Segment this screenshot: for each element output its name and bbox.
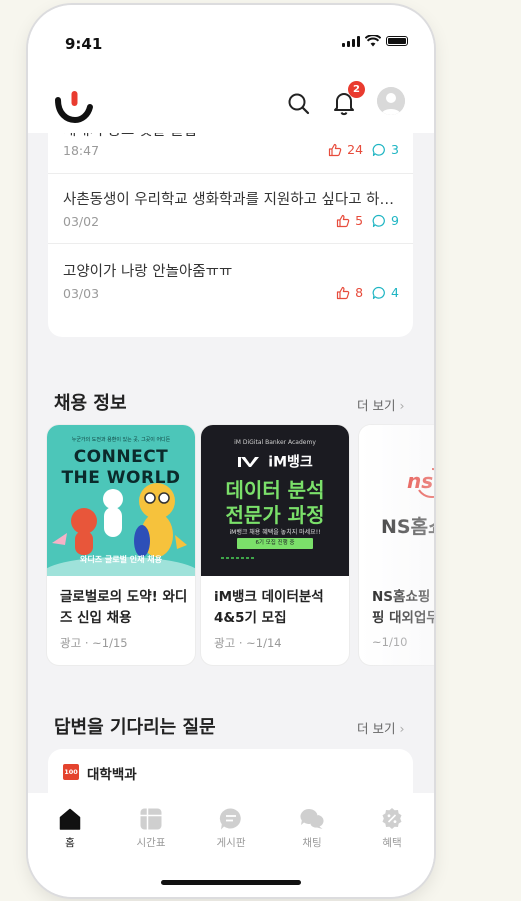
tab-label: 채팅 xyxy=(302,837,322,849)
avatar[interactable] xyxy=(377,87,405,115)
tab-label: 홈 xyxy=(65,837,75,849)
app-header: 2 xyxy=(28,75,434,133)
tab-label: 시간표 xyxy=(136,837,166,849)
job-banner: iM DiGital Banker Academy iM뱅크 데이터 분석 전문… xyxy=(201,425,349,576)
post-stats: 24 3 xyxy=(328,142,399,157)
wifi-icon xyxy=(365,35,381,47)
job-card[interactable]: 누군가의 도전과 용환이 있는 곳, 그곳이 어디든 CONNECT THE W… xyxy=(47,425,195,665)
signal-icon xyxy=(342,35,360,47)
comment-count: 3 xyxy=(391,142,399,157)
app-logo-icon[interactable] xyxy=(54,87,94,123)
post-title: 사촌동생이 우리학교 생화학과를 지원하고 싶다고 하… xyxy=(63,192,393,208)
chevron-right-icon: › xyxy=(399,398,405,413)
job-card[interactable]: iM DiGital Banker Academy iM뱅크 데이터 분석 전문… xyxy=(201,425,349,665)
job-title: 글로벌로의 도약! 와디즈 신입 채용 xyxy=(60,589,188,626)
post-item[interactable]: 고양이가 나랑 안놀아줌ㅠㅠ 03/03 8 4 xyxy=(48,244,413,314)
like-icon xyxy=(336,286,350,299)
job-title: NS홈쇼핑 : NS홈쇼핑 대외업무 xyxy=(372,589,434,626)
comment-count: 9 xyxy=(391,213,399,228)
post-stats: 8 4 xyxy=(336,285,399,300)
post-item[interactable]: 사촌동생이 우리학교 생화학과를 지원하고 싶다고 하… 03/02 5 9 xyxy=(48,174,413,242)
banner-logo-text: ns xyxy=(407,469,434,493)
tab-bar: 홈 시간표 게시판 채팅 혜택 xyxy=(28,793,434,897)
like-count: 5 xyxy=(355,213,364,228)
like-icon xyxy=(336,214,350,227)
post-title: 고양이가 나랑 안놀아줌ㅠㅠ xyxy=(63,264,233,280)
status-time: 9:41 xyxy=(65,35,103,53)
questions-more-link[interactable]: 더 보기 › xyxy=(357,718,404,737)
notification-badge: 2 xyxy=(348,81,365,98)
posts-card: 새내기 종교 첫날 꿀팁 18:47 24 3 사촌동생이 우리학교 생화학과를… xyxy=(48,113,413,337)
post-date: 03/02 xyxy=(63,214,100,229)
post-date: 03/03 xyxy=(63,286,100,301)
banner-brand: NS홈쇼핑 xyxy=(381,516,434,538)
timetable-icon xyxy=(140,808,162,830)
tab-label: 게시판 xyxy=(216,837,246,849)
battery-icon xyxy=(386,36,408,46)
comment-count: 4 xyxy=(391,285,399,300)
banner-caption: 와디즈 글로벌 인재 채용 xyxy=(80,555,162,564)
comment-icon xyxy=(372,143,385,156)
job-meta: 광고 · ~1/15 xyxy=(60,636,128,650)
tab-label: 혜택 xyxy=(382,837,402,849)
job-meta: ~1/10 xyxy=(372,635,408,649)
banner-tagline: iM DiGital Banker Academy xyxy=(234,439,316,446)
tab-board[interactable]: 게시판 xyxy=(206,807,256,850)
home-indicator xyxy=(161,880,301,885)
tab-home[interactable]: 홈 xyxy=(45,807,95,850)
banner-headline: CONNECT xyxy=(73,447,169,467)
like-count: 24 xyxy=(347,142,364,157)
job-meta: 광고 · ~1/14 xyxy=(214,636,282,650)
tab-benefit[interactable]: 혜택 xyxy=(367,807,417,850)
chat-icon xyxy=(300,808,324,829)
job-banner: ns NS홈쇼핑 xyxy=(359,425,434,576)
question-category: 대학백과 xyxy=(87,767,137,783)
banner-brand: iM뱅크 xyxy=(201,451,349,472)
more-label: 더 보기 xyxy=(357,398,396,413)
chevron-right-icon: › xyxy=(399,721,405,736)
profile-icon xyxy=(377,87,405,115)
jobs-more-link[interactable]: 더 보기 › xyxy=(357,395,404,414)
like-count: 8 xyxy=(355,285,364,300)
home-content: 새내기 종교 첫날 꿀팁 18:47 24 3 사촌동생이 우리학교 생화학과를… xyxy=(28,113,434,897)
app-screen: 9:41 2 18:47 24 3 사촌동생이 우리학교 생화학과를 지원하고 … xyxy=(28,5,434,897)
tab-timetable[interactable]: 시간표 xyxy=(126,807,176,850)
status-bar: 9:41 xyxy=(28,5,434,75)
board-icon xyxy=(219,808,241,830)
like-icon xyxy=(329,143,342,156)
post-stats: 5 9 xyxy=(336,213,399,228)
job-banner: 누군가의 도전과 용환이 있는 곳, 그곳이 어디든 CONNECT THE W… xyxy=(47,425,195,576)
job-card[interactable]: ns NS홈쇼핑 NS홈쇼핑 : NS홈쇼핑 대외업무 ~1/10 xyxy=(359,425,434,665)
more-label: 더 보기 xyxy=(357,721,396,736)
banner-pill: 6기 모집 진행 중 xyxy=(237,538,313,549)
comment-icon xyxy=(372,286,385,299)
im-bank-logo-icon xyxy=(238,456,260,467)
banner-headline: 전문가 과정 xyxy=(225,503,325,527)
banner-dots xyxy=(221,557,256,559)
home-icon xyxy=(59,808,81,830)
comment-icon xyxy=(372,214,385,227)
job-title: iM뱅크 데이터분석 4&5기 모집 xyxy=(214,589,324,626)
search-icon[interactable] xyxy=(286,91,312,117)
system-icons xyxy=(342,35,408,47)
jobs-section-title: 채용 정보 xyxy=(54,393,127,414)
post-date: 18:47 xyxy=(63,143,100,158)
encyclopedia-icon: 100 xyxy=(63,764,79,780)
phone-frame: 9:41 2 18:47 24 3 사촌동생이 우리학교 생화학과를 지원하고 … xyxy=(28,5,434,897)
questions-section-title: 답변을 기다리는 질문 xyxy=(54,717,216,738)
banner-tagline: 누군가의 도전과 용환이 있는 곳, 그곳이 어디든 xyxy=(71,437,171,443)
benefit-icon xyxy=(382,808,402,829)
tab-chat[interactable]: 채팅 xyxy=(287,807,337,850)
banner-subtitle: iM뱅크 채용 혜택을 놓치지 마세요!! xyxy=(229,529,321,536)
